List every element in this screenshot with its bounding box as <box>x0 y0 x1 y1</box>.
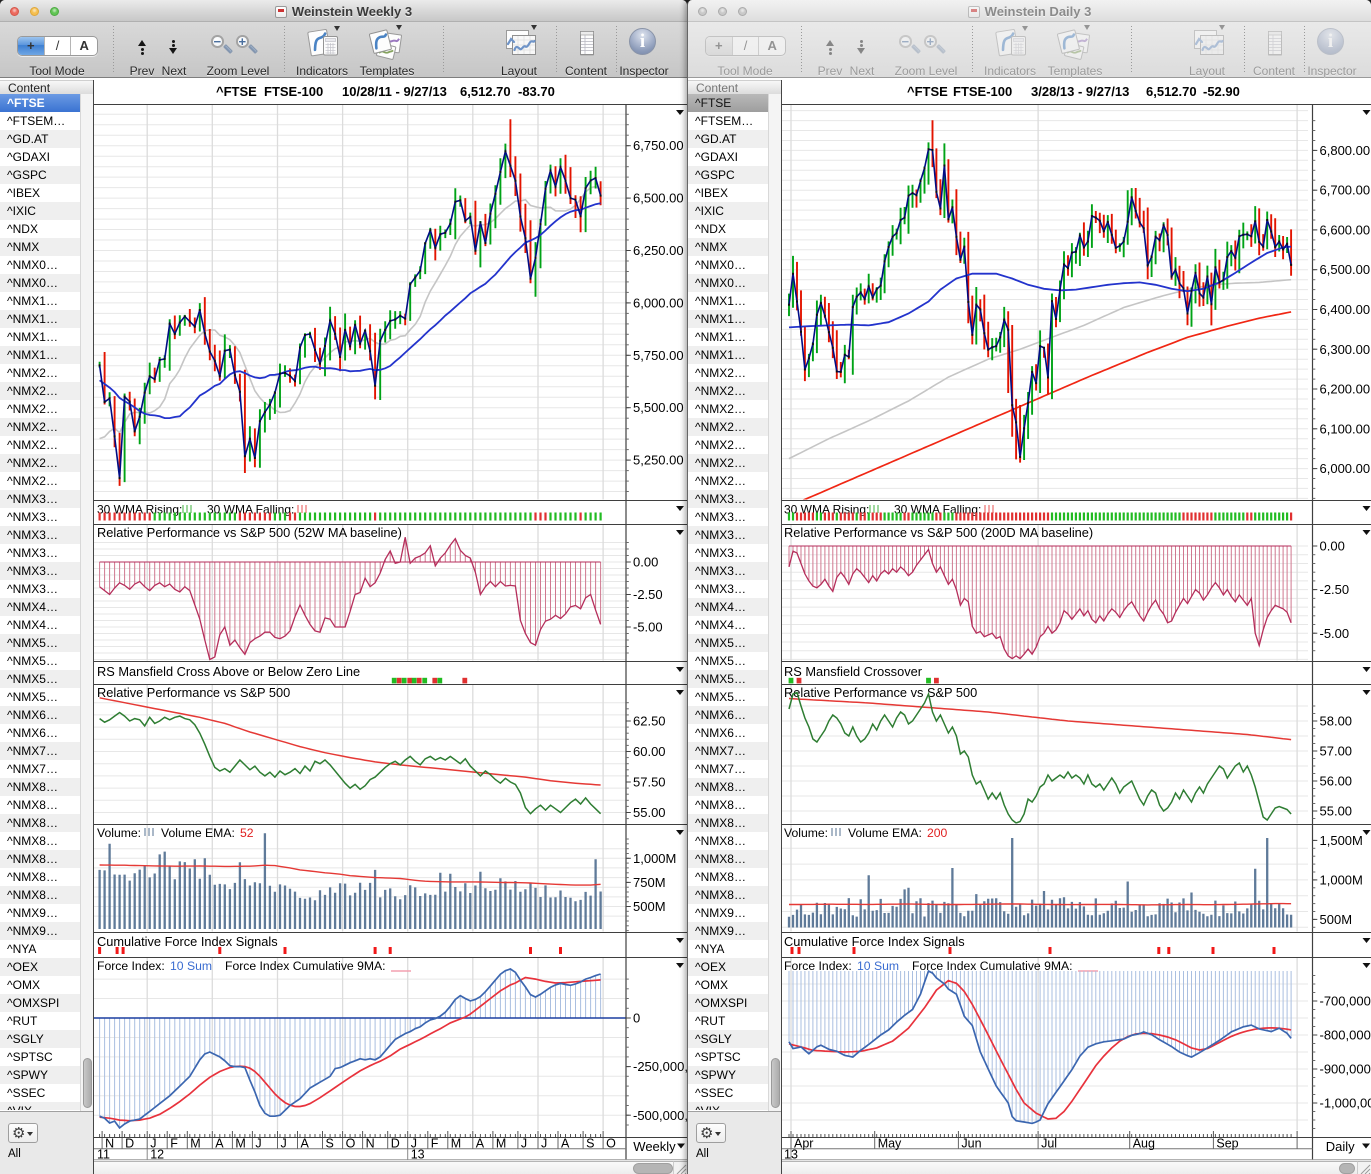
svg-text:52: 52 <box>240 826 254 840</box>
svg-text:Force Index Cumulative 9MA:: Force Index Cumulative 9MA: <box>912 959 1073 973</box>
svg-text:55.00: 55.00 <box>1320 804 1353 819</box>
svg-text:6,100.00: 6,100.00 <box>1320 421 1371 436</box>
svg-text:A: A <box>476 1137 485 1151</box>
svg-text:M: M <box>235 1137 245 1151</box>
svg-text:J: J <box>521 1137 527 1151</box>
svg-text:Force Index Cumulative 9MA:: Force Index Cumulative 9MA: <box>225 959 386 973</box>
svg-text:6,750.00: 6,750.00 <box>633 138 684 153</box>
svg-text:Force Index:: Force Index: <box>97 959 165 973</box>
svg-text:13: 13 <box>411 1148 425 1162</box>
svg-text:Jun: Jun <box>961 1137 981 1151</box>
svg-text:A: A <box>215 1137 224 1151</box>
svg-text:F: F <box>170 1137 178 1151</box>
svg-text:A: A <box>301 1137 310 1151</box>
svg-text:11: 11 <box>97 1148 110 1162</box>
svg-text:56.00: 56.00 <box>1320 774 1353 789</box>
svg-text:M: M <box>496 1137 506 1151</box>
svg-text:-700,000,00: -700,000,00 <box>1320 994 1371 1009</box>
svg-text:6,300.00: 6,300.00 <box>1320 342 1371 357</box>
svg-text:M: M <box>451 1137 461 1151</box>
svg-text:Volume EMA:: Volume EMA: <box>161 826 235 840</box>
svg-text:58.00: 58.00 <box>1320 714 1353 729</box>
svg-text:O: O <box>606 1137 616 1151</box>
svg-text:F: F <box>431 1137 439 1151</box>
svg-text:-2.50: -2.50 <box>1320 582 1350 597</box>
svg-text:A: A <box>561 1137 570 1151</box>
svg-text:S: S <box>326 1137 334 1151</box>
svg-text:S: S <box>586 1137 594 1151</box>
svg-text:Aug: Aug <box>1133 1137 1155 1151</box>
svg-text:6,400.00: 6,400.00 <box>1320 302 1371 317</box>
svg-text:6,250.00: 6,250.00 <box>633 243 684 258</box>
svg-text:5,750.00: 5,750.00 <box>633 348 684 363</box>
svg-text:5,250.00: 5,250.00 <box>633 453 684 468</box>
svg-text:10 Sum: 10 Sum <box>857 959 899 973</box>
svg-text:J: J <box>281 1137 287 1151</box>
svg-text:RS Mansfield Crossover: RS Mansfield Crossover <box>784 664 923 679</box>
svg-text:200: 200 <box>927 826 948 840</box>
svg-text:-500,000,00: -500,000,00 <box>633 1108 687 1123</box>
svg-text:6,500.00: 6,500.00 <box>633 191 684 206</box>
svg-text:-900,000,00: -900,000,00 <box>1320 1062 1371 1077</box>
svg-text:-2.50: -2.50 <box>633 587 663 602</box>
svg-text:6,000.00: 6,000.00 <box>633 295 684 310</box>
svg-text:6,500.00: 6,500.00 <box>1320 262 1371 277</box>
svg-text:May: May <box>878 1137 902 1151</box>
svg-text:Volume:: Volume: <box>784 826 828 840</box>
svg-text:6,200.00: 6,200.00 <box>1320 382 1371 397</box>
svg-text:750M: 750M <box>633 875 666 890</box>
svg-text:RS Mansfield Cross Above or Be: RS Mansfield Cross Above or Below Zero L… <box>97 664 360 679</box>
svg-text:Volume:: Volume: <box>97 826 141 840</box>
svg-text:Volume EMA:: Volume EMA: <box>848 826 922 840</box>
svg-text:0: 0 <box>633 1011 640 1026</box>
svg-text:500M: 500M <box>1320 912 1353 927</box>
svg-text:D: D <box>125 1137 134 1151</box>
svg-text:5,500.00: 5,500.00 <box>633 400 684 415</box>
svg-text:O: O <box>346 1137 356 1151</box>
svg-text:6,000.00: 6,000.00 <box>1320 461 1371 476</box>
svg-text:-5.00: -5.00 <box>633 620 663 635</box>
svg-text:N: N <box>366 1137 375 1151</box>
svg-text:Cumulative Force Index Signals: Cumulative Force Index Signals <box>97 934 278 949</box>
svg-text:6,800.00: 6,800.00 <box>1320 143 1371 158</box>
svg-text:0.00: 0.00 <box>1320 539 1345 554</box>
svg-text:J: J <box>255 1137 261 1151</box>
svg-text:Weekly: Weekly <box>633 1139 676 1154</box>
svg-text:500M: 500M <box>633 899 666 914</box>
svg-text:Relative Performance vs S&P 50: Relative Performance vs S&P 500 <box>97 685 290 700</box>
svg-text:M: M <box>190 1137 200 1151</box>
svg-text:1,000M: 1,000M <box>633 851 676 866</box>
svg-text:62.50: 62.50 <box>633 714 666 729</box>
svg-text:Relative Performance vs S&P 50: Relative Performance vs S&P 500 (200D MA… <box>784 525 1093 540</box>
svg-text:-1,000,000,: -1,000,000, <box>1320 1096 1371 1111</box>
svg-text:6,600.00: 6,600.00 <box>1320 222 1371 237</box>
svg-text:57.50: 57.50 <box>633 775 666 790</box>
svg-text:1,000M: 1,000M <box>1320 872 1363 887</box>
svg-text:Force Index:: Force Index: <box>784 959 852 973</box>
svg-text:57.00: 57.00 <box>1320 744 1353 759</box>
svg-text:Daily: Daily <box>1326 1139 1355 1154</box>
svg-text:-800,000,00: -800,000,00 <box>1320 1028 1371 1043</box>
svg-text:Cumulative Force Index Signals: Cumulative Force Index Signals <box>784 934 965 949</box>
svg-text:Sep: Sep <box>1216 1137 1238 1151</box>
svg-text:Jul: Jul <box>1041 1137 1057 1151</box>
svg-text:55.00: 55.00 <box>633 805 666 820</box>
svg-text:Relative Performance vs S&P 50: Relative Performance vs S&P 500 (52W MA … <box>97 525 402 540</box>
svg-text:-250,000,00: -250,000,00 <box>633 1059 687 1074</box>
svg-text:-5.00: -5.00 <box>1320 626 1350 641</box>
svg-text:60.00: 60.00 <box>633 744 666 759</box>
svg-text:0.00: 0.00 <box>633 555 658 570</box>
svg-text:6,700.00: 6,700.00 <box>1320 183 1371 198</box>
svg-text:10 Sum: 10 Sum <box>170 959 212 973</box>
svg-text:1,500M: 1,500M <box>1320 833 1363 848</box>
svg-text:Relative Performance vs S&P 50: Relative Performance vs S&P 500 <box>784 685 977 700</box>
svg-text:12: 12 <box>150 1148 164 1162</box>
svg-text:D: D <box>391 1137 400 1151</box>
svg-text:J: J <box>541 1137 547 1151</box>
